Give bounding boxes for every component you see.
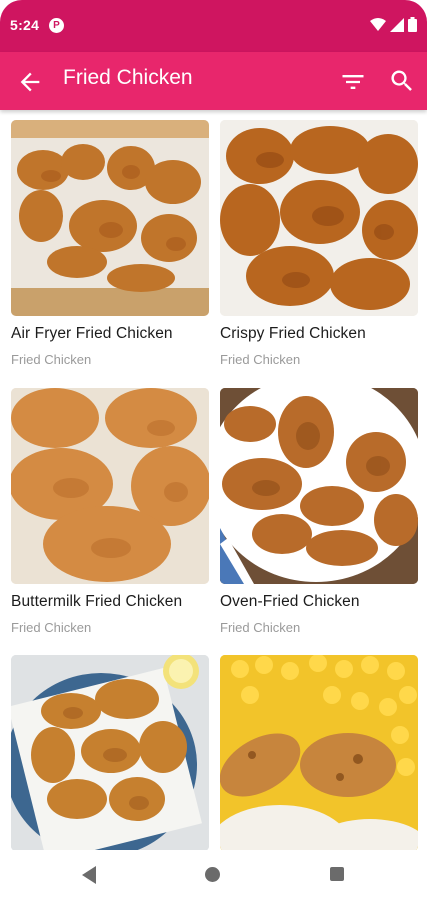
nav-home-icon[interactable] bbox=[205, 867, 220, 882]
nav-back-icon bbox=[82, 866, 96, 884]
recipe-image bbox=[11, 655, 209, 850]
recipe-category: Fried Chicken bbox=[11, 620, 92, 635]
battery-icon bbox=[408, 17, 417, 32]
filter-button[interactable] bbox=[339, 68, 367, 96]
recipe-grid: Air Fryer Fried Chicken Fried Chicken Cr… bbox=[0, 110, 427, 850]
search-button[interactable] bbox=[388, 67, 416, 95]
recipe-image bbox=[220, 388, 418, 584]
status-icons bbox=[370, 17, 417, 32]
back-button[interactable] bbox=[16, 68, 44, 96]
notification-app-icon: P bbox=[49, 18, 64, 33]
recipe-title: Crispy Fried Chicken bbox=[220, 325, 366, 342]
status-time: 5:24 bbox=[10, 17, 40, 33]
filter-icon bbox=[342, 75, 364, 89]
recipe-image bbox=[11, 120, 209, 316]
wifi-icon bbox=[370, 17, 386, 31]
recipe-title: Buttermilk Fried Chicken bbox=[11, 593, 183, 610]
recipe-title: Oven-Fried Chicken bbox=[220, 593, 360, 610]
recipe-title: Air Fryer Fried Chicken bbox=[11, 325, 173, 342]
recipe-image bbox=[220, 120, 418, 316]
nav-back-button[interactable] bbox=[82, 866, 98, 889]
recipe-card[interactable]: Oven-Fried Chicken Fried Chicken bbox=[220, 388, 418, 635]
recipe-card[interactable]: Crispy Fried Chicken Fried Chicken bbox=[220, 120, 418, 367]
signal-icon bbox=[390, 17, 404, 32]
search-icon bbox=[391, 70, 412, 91]
recipe-category: Fried Chicken bbox=[220, 620, 301, 635]
page-title: Fried Chicken bbox=[63, 66, 193, 89]
back-arrow-icon bbox=[20, 72, 40, 92]
recipe-card[interactable] bbox=[11, 655, 209, 850]
recipe-card[interactable]: Buttermilk Fried Chicken Fried Chicken bbox=[11, 388, 209, 635]
nav-recents-icon[interactable] bbox=[330, 867, 344, 881]
recipe-card[interactable] bbox=[220, 655, 418, 850]
status-bar: 5:24 P bbox=[0, 0, 427, 52]
recipe-card[interactable]: Air Fryer Fried Chicken Fried Chicken bbox=[11, 120, 209, 367]
recipe-category: Fried Chicken bbox=[11, 352, 92, 367]
recipe-category: Fried Chicken bbox=[220, 352, 301, 367]
system-nav-bar bbox=[0, 850, 427, 900]
app-bar: Fried Chicken bbox=[0, 52, 427, 110]
recipe-image bbox=[220, 655, 418, 850]
recipe-image bbox=[11, 388, 209, 584]
